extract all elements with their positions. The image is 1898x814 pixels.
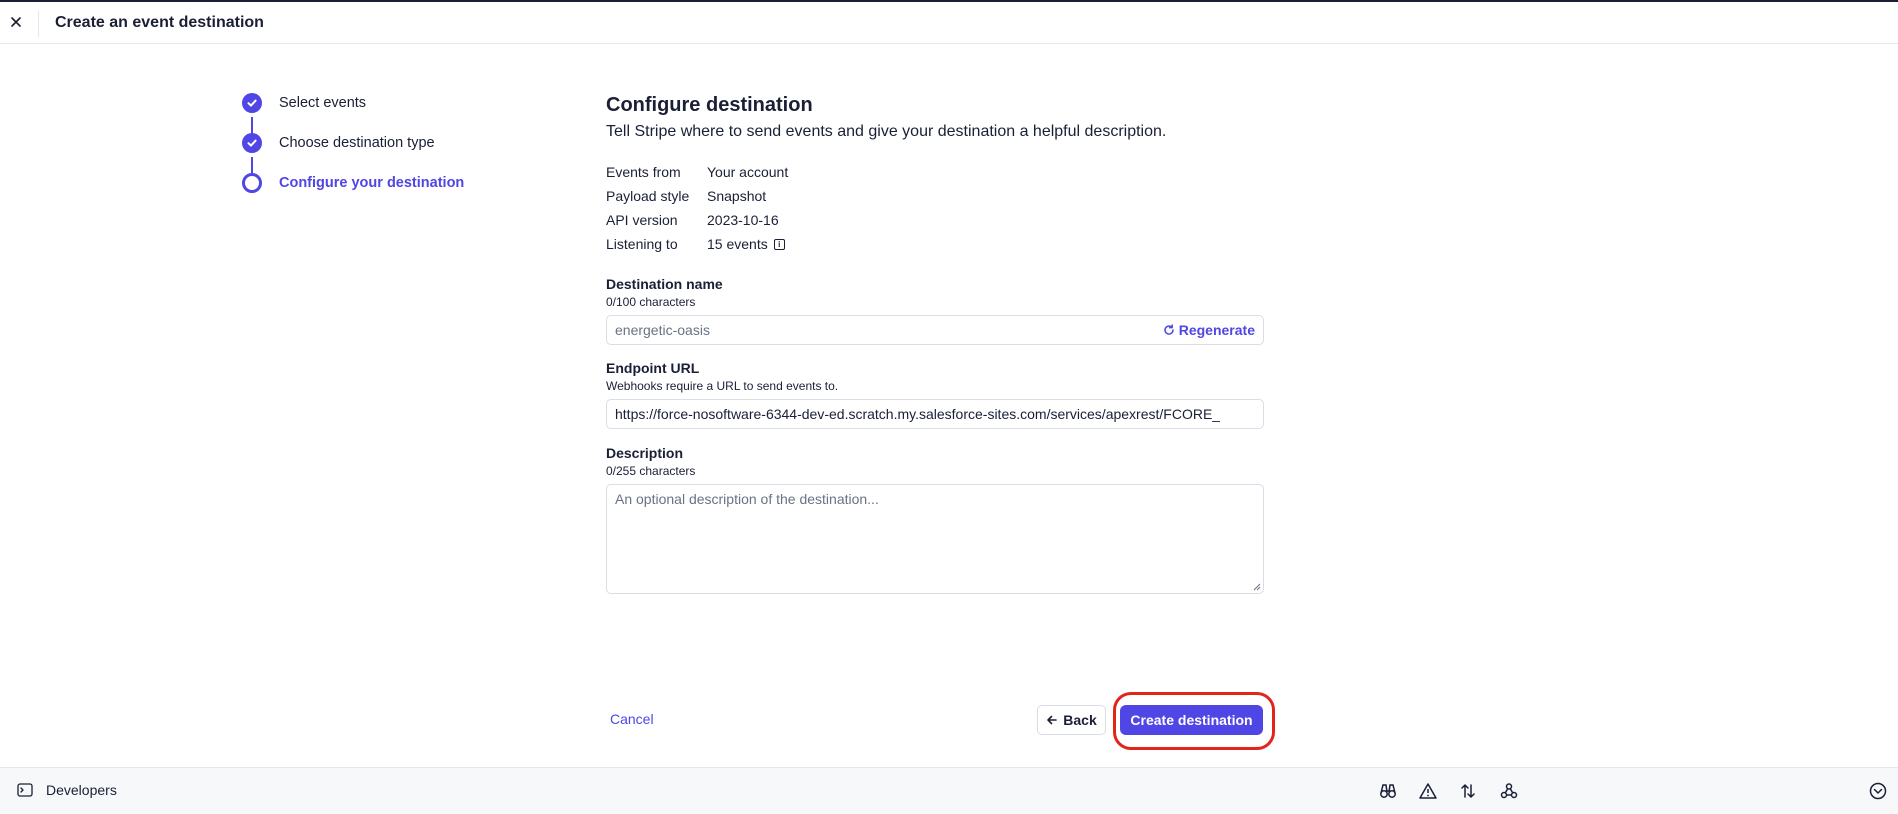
resize-handle-icon[interactable] [1252, 582, 1261, 591]
cancel-button[interactable]: Cancel [610, 711, 654, 727]
summary-row: Events from Your account [606, 160, 1264, 184]
field-label: Description [606, 445, 684, 461]
description-textarea[interactable]: An optional description of the destinati… [606, 484, 1264, 594]
step-label: Select events [279, 95, 367, 111]
summary-row: API version 2023-10-16 [606, 208, 1264, 232]
endpoint-url-field: Endpoint URL Webhooks require a URL to s… [606, 360, 1264, 429]
input-value: https://force-nosoftware-6344-dev-ed.scr… [615, 406, 1221, 422]
warning-icon[interactable] [1418, 781, 1438, 801]
developer-toolbar: Developers [0, 767, 1898, 814]
current-step-icon [242, 173, 262, 193]
page-title: Create an event destination [55, 14, 264, 31]
regenerate-label: Regenerate [1178, 322, 1255, 338]
sort-arrows-icon[interactable] [1458, 781, 1478, 801]
check-icon [242, 133, 262, 153]
summary-key: Listening to [606, 236, 678, 252]
step-label: Configure your destination [279, 175, 465, 191]
header-divider [38, 11, 39, 37]
summary-row: Payload style Snapshot [606, 184, 1264, 208]
developers-label: Developers [46, 782, 117, 798]
step-choose-destination-type[interactable]: Choose destination type [242, 132, 435, 154]
close-icon[interactable] [6, 12, 26, 32]
info-icon[interactable]: i [773, 238, 785, 250]
refresh-icon [1163, 324, 1174, 335]
chevron-circle-icon[interactable] [1868, 781, 1888, 801]
field-hint: Webhooks require a URL to send events to… [606, 379, 839, 393]
check-icon [242, 93, 262, 113]
section-title: Configure destination [606, 94, 813, 116]
summary-key: Payload style [606, 188, 690, 204]
summary-key: Events from [606, 164, 681, 180]
field-hint: 0/255 characters [606, 464, 696, 478]
section-subtitle: Tell Stripe where to send events and giv… [606, 123, 1167, 140]
create-destination-button[interactable]: Create destination [1120, 705, 1263, 735]
summary-row: Listening to 15 events i [606, 232, 1264, 256]
configure-panel: Configure destination Tell Stripe where … [606, 94, 1264, 594]
summary-list: Events from Your account Payload style S… [606, 160, 1264, 256]
back-label: Back [1063, 712, 1097, 728]
description-field: Description 0/255 characters An optional… [606, 445, 1264, 594]
summary-value: 2023-10-16 [707, 212, 779, 228]
regenerate-button[interactable]: Regenerate [1163, 322, 1255, 338]
arrow-left-icon [1047, 715, 1058, 725]
destination-name-input[interactable]: energetic-oasis Regenerate [606, 315, 1264, 345]
events-count: 15 events [707, 236, 768, 252]
webhook-icon[interactable] [1499, 781, 1519, 801]
back-button[interactable]: Back [1037, 705, 1106, 735]
summary-value: Your account [707, 164, 789, 180]
textarea-placeholder: An optional description of the destinati… [615, 491, 879, 507]
top-header: Create an event destination [0, 0, 1898, 44]
terminal-icon [17, 783, 33, 797]
step-label: Choose destination type [279, 135, 435, 151]
step-configure-destination[interactable]: Configure your destination [242, 172, 464, 194]
summary-value: Snapshot [707, 188, 767, 204]
summary-value-events: 15 events i [707, 236, 785, 252]
field-label: Endpoint URL [606, 360, 700, 376]
input-placeholder: energetic-oasis [615, 322, 710, 338]
destination-name-field: Destination name 0/100 characters energe… [606, 276, 1264, 345]
developers-toggle[interactable]: Developers [17, 782, 117, 798]
summary-key: API version [606, 212, 678, 228]
field-label: Destination name [606, 276, 723, 292]
endpoint-url-input[interactable]: https://force-nosoftware-6344-dev-ed.scr… [606, 399, 1264, 429]
step-select-events[interactable]: Select events [242, 92, 366, 114]
binoculars-icon[interactable] [1378, 781, 1398, 801]
field-hint: 0/100 characters [606, 295, 696, 309]
